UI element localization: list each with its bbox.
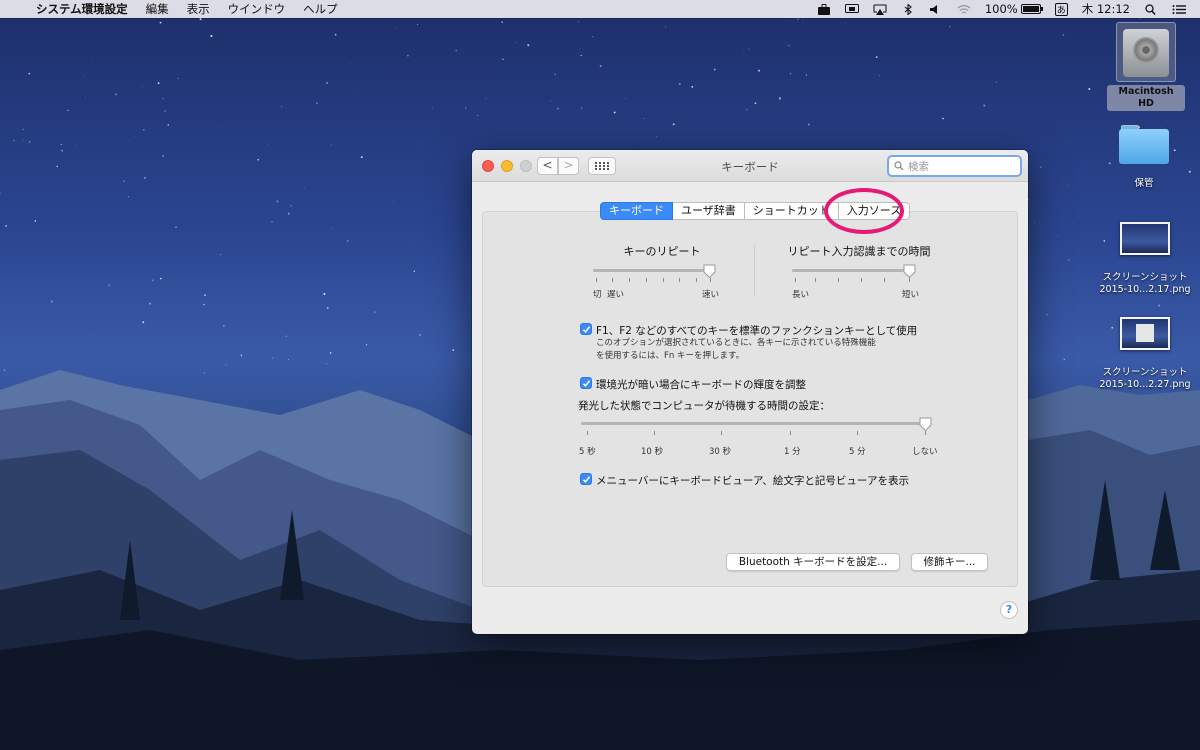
help-button[interactable]: ?	[1000, 601, 1018, 619]
menu-bar: システム環境設定 編集 表示 ウインドウ ヘルプ 100% あ 木 12:12	[0, 0, 1200, 18]
delay-slider-track[interactable]	[792, 269, 912, 272]
airplay-display-icon[interactable]	[838, 3, 866, 15]
search-placeholder: 検索	[908, 160, 929, 173]
desktop-icon-label: スクリーンショット 2015-10...2.27.png	[1099, 367, 1191, 390]
spotlight-icon[interactable]	[1137, 3, 1165, 15]
delay-short-label: 短い	[902, 290, 920, 300]
key-repeat-off-label: 切	[593, 290, 602, 300]
clock[interactable]: 木 12:12	[1075, 1, 1137, 17]
battery-percent: 100%	[984, 2, 1018, 16]
input-method-menu[interactable]: あ	[1048, 2, 1075, 16]
checkmark-icon	[582, 325, 590, 333]
checkmark-icon	[582, 379, 590, 387]
menu-edit[interactable]: 編集	[137, 1, 178, 17]
timeout-tick-label: 30 秒	[709, 447, 732, 457]
desktop-icon-folder[interactable]: 保管	[1108, 122, 1180, 190]
desktop-icon-screenshot-1[interactable]: スクリーンショット 2015-10...2.17.png	[1095, 222, 1195, 296]
tab-keyboard[interactable]: キーボード	[600, 202, 673, 220]
desktop-icon-label: スクリーンショット 2015-10...2.17.png	[1099, 272, 1191, 295]
fn-keys-note-line1: このオプションが選択されているときに、各キーに示されている特殊機能	[596, 338, 876, 348]
fn-keys-note-line2: を使用するには、Fn キーを押します。	[596, 351, 745, 361]
menu-help[interactable]: ヘルプ	[294, 1, 347, 17]
tab-user-dictionary[interactable]: ユーザ辞書	[673, 202, 745, 220]
backlight-checkbox[interactable]	[580, 377, 592, 389]
viewer-menu-label[interactable]: メニューバーにキーボードビューア、絵文字と記号ビューアを表示	[596, 473, 909, 488]
key-repeat-ticks	[593, 278, 713, 282]
wifi-icon[interactable]	[950, 4, 978, 15]
delay-long-label: 長い	[792, 290, 810, 300]
backlight-timeout-slider-thumb[interactable]	[919, 417, 932, 431]
section-divider	[754, 245, 755, 297]
search-field[interactable]: 検索	[887, 155, 1022, 177]
notification-center-icon[interactable]	[1165, 4, 1200, 15]
desktop-icon-label: Macintosh HD	[1107, 85, 1185, 111]
menu-bar-left: システム環境設定 編集 表示 ウインドウ ヘルプ	[0, 0, 347, 18]
delay-slider-thumb[interactable]	[903, 264, 916, 278]
menu-window[interactable]: ウインドウ	[219, 1, 295, 17]
desktop-icon-label: 保管	[1134, 178, 1154, 189]
fn-keys-checkbox[interactable]	[580, 323, 592, 335]
checkmark-icon	[582, 475, 590, 483]
key-repeat-slow-label: 遅い	[607, 290, 625, 300]
bluetooth-keyboard-setup-button[interactable]: Bluetooth キーボードを設定...	[726, 553, 900, 571]
timeout-tick-label: しない	[912, 447, 938, 457]
keyboard-preferences-window: < > キーボード 検索 キーボード ユーザ辞書 ショートカット 入力ソース キ…	[472, 150, 1028, 634]
briefcase-icon[interactable]	[810, 3, 838, 15]
input-method-icon: あ	[1054, 2, 1068, 16]
backlight-timeout-ticks	[581, 431, 929, 435]
timeout-tick-label: 5 分	[849, 447, 866, 457]
backlight-timeout-slider-track[interactable]	[581, 422, 929, 425]
key-repeat-title: キーのリピート	[623, 245, 701, 258]
search-icon	[894, 161, 904, 171]
menu-view[interactable]: 表示	[178, 1, 219, 17]
window-titlebar[interactable]: < > キーボード 検索	[472, 150, 1028, 182]
timeout-tick-label: 1 分	[784, 447, 801, 457]
modifier-keys-button[interactable]: 修飾キー...	[911, 553, 988, 571]
viewer-menu-checkbox[interactable]	[580, 473, 592, 485]
delay-ticks	[792, 278, 912, 282]
airplay-icon[interactable]	[866, 4, 894, 15]
annotation-circle	[824, 188, 904, 234]
key-repeat-fast-label: 速い	[702, 290, 720, 300]
backlight-label[interactable]: 環境光が暗い場合にキーボードの輝度を調整	[596, 377, 806, 392]
desktop-icon-macintosh-hd[interactable]: Macintosh HD	[1107, 22, 1185, 111]
key-repeat-slider-track[interactable]	[593, 269, 713, 272]
image-thumbnail-icon	[1120, 317, 1170, 350]
timeout-tick-label: 10 秒	[641, 447, 664, 457]
timeout-tick-label: 5 秒	[579, 447, 596, 457]
backlight-timeout-title: 発光した状態でコンピュータが待機する時間の設定：	[578, 400, 830, 412]
volume-icon[interactable]	[922, 4, 950, 15]
menu-bar-right: 100% あ 木 12:12	[810, 0, 1200, 18]
desktop-icon-screenshot-2[interactable]: スクリーンショット 2015-10...2.27.png	[1095, 317, 1195, 391]
fn-keys-label[interactable]: F1、F2 などのすべてのキーを標準のファンクションキーとして使用	[596, 323, 917, 338]
app-menu[interactable]: システム環境設定	[27, 1, 137, 17]
battery-icon	[1020, 4, 1043, 14]
battery-status[interactable]: 100%	[978, 2, 1048, 16]
bluetooth-icon[interactable]	[894, 3, 922, 15]
image-thumbnail-icon	[1120, 222, 1170, 255]
folder-icon	[1119, 122, 1169, 164]
key-repeat-slider-thumb[interactable]	[703, 264, 716, 278]
hard-drive-icon	[1116, 22, 1176, 82]
delay-until-repeat-title: リピート入力認識までの時間	[787, 245, 931, 258]
